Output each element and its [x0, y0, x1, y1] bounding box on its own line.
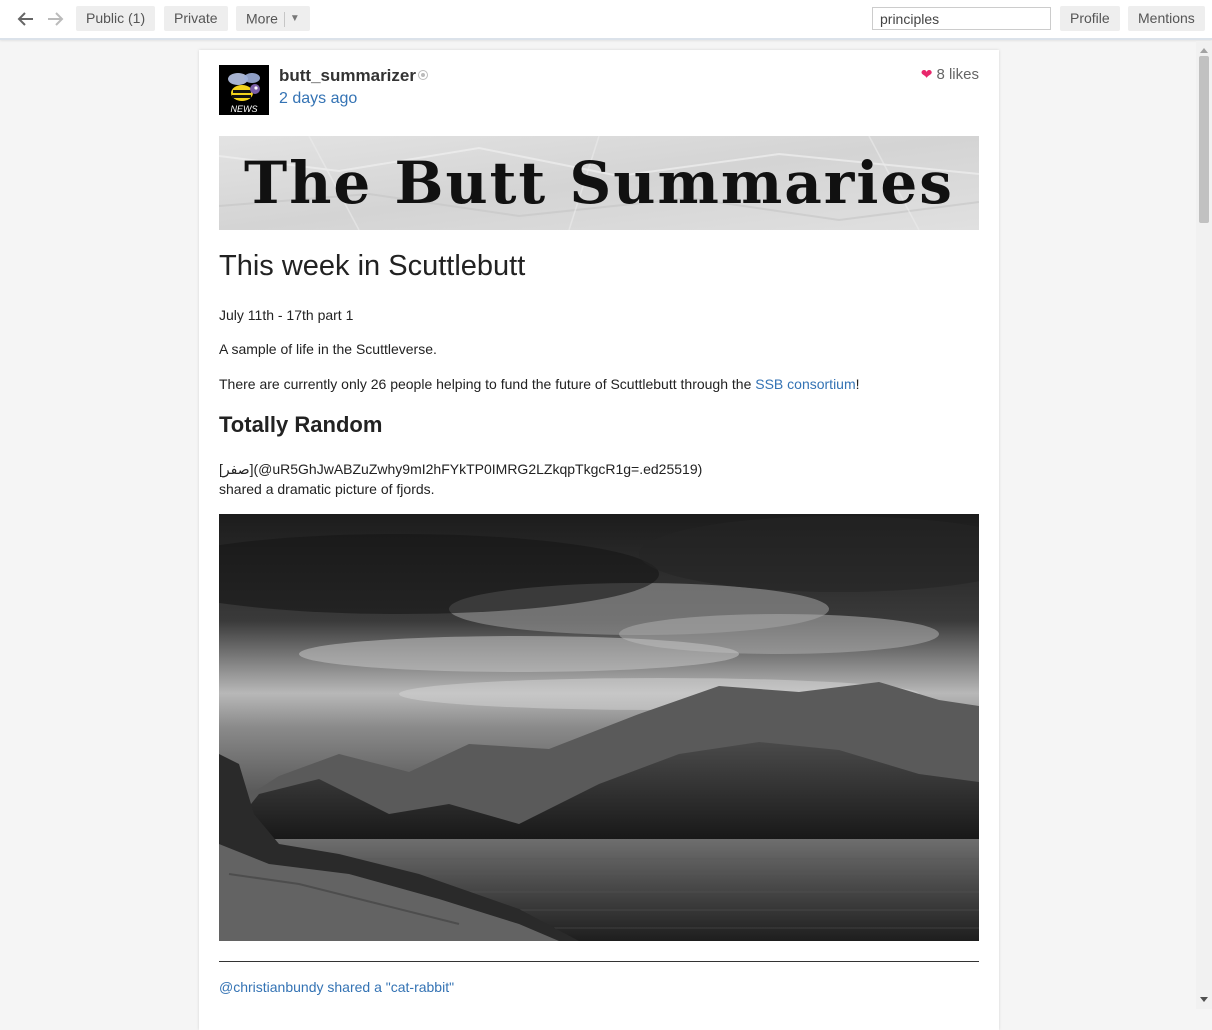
author-name[interactable]: butt_summarizer [279, 66, 416, 86]
status-dot-icon [418, 70, 428, 80]
section-heading: Totally Random [219, 412, 383, 437]
post-card: NEWS butt_summarizer 2 days ago ❤ 8 likes… [199, 50, 999, 1030]
avatar-news-label: NEWS [231, 104, 258, 114]
post-timestamp[interactable]: 2 days ago [279, 90, 357, 108]
likes-count[interactable]: ❤ 8 likes [921, 66, 979, 83]
mention-line: [صفر](@uR5GhJwABZuZwhy9mI2hFYkTP0IMRG2LZ… [219, 461, 703, 477]
tab-private-label: Private [174, 10, 218, 26]
tab-public[interactable]: Public (1) [76, 6, 156, 31]
tab-private[interactable]: Private [164, 6, 228, 31]
post-title: This week in Scuttlebutt [219, 250, 526, 282]
scrollbar[interactable] [1196, 41, 1212, 1009]
back-arrow-icon[interactable] [16, 9, 36, 29]
funding-text: There are currently only 26 people helpi… [219, 376, 860, 392]
heart-icon: ❤ [920, 66, 933, 82]
mentions-button-label: Mentions [1138, 10, 1195, 26]
banner-image: The Butt Summaries [219, 136, 979, 230]
mentions-button[interactable]: Mentions [1128, 6, 1205, 31]
date-range-text: July 11th - 17th part 1 [219, 307, 354, 323]
footer-line: @christianbundy shared a "cat-rabbit" [219, 979, 454, 995]
scrollbar-thumb[interactable] [1199, 56, 1209, 223]
scroll-up-icon[interactable] [1200, 48, 1208, 53]
funding-text-after: ! [855, 376, 860, 392]
tab-more-label: More [246, 10, 278, 27]
cat-rabbit-link[interactable]: shared a "cat-rabbit" [327, 979, 454, 995]
scroll-down-icon[interactable] [1200, 997, 1208, 1002]
divider [283, 11, 285, 27]
chevron-down-icon[interactable]: ▼ [290, 6, 300, 31]
avatar[interactable]: NEWS [219, 65, 269, 115]
user-mention-link[interactable]: @christianbundy [219, 979, 324, 995]
profile-button-label: Profile [1070, 10, 1110, 26]
ssb-consortium-link[interactable]: SSB consortium [755, 376, 855, 392]
funding-text-before: There are currently only 26 people helpi… [219, 376, 756, 392]
profile-button[interactable]: Profile [1060, 6, 1120, 31]
fjord-photo[interactable] [219, 514, 979, 941]
top-toolbar: Public (1) Private More ▼ Profile Mention… [0, 0, 1212, 40]
likes-label: 8 likes [936, 66, 979, 83]
mention-description: shared a dramatic picture of fjords. [219, 481, 435, 497]
forward-arrow-icon[interactable] [45, 9, 65, 29]
divider [219, 961, 979, 962]
search-input[interactable] [872, 7, 1051, 30]
banner-title: The Butt Summaries [244, 149, 954, 217]
tab-public-label: Public (1) [86, 10, 146, 26]
intro-text: A sample of life in the Scuttleverse. [219, 341, 437, 357]
tab-more[interactable]: More ▼ [236, 6, 310, 31]
